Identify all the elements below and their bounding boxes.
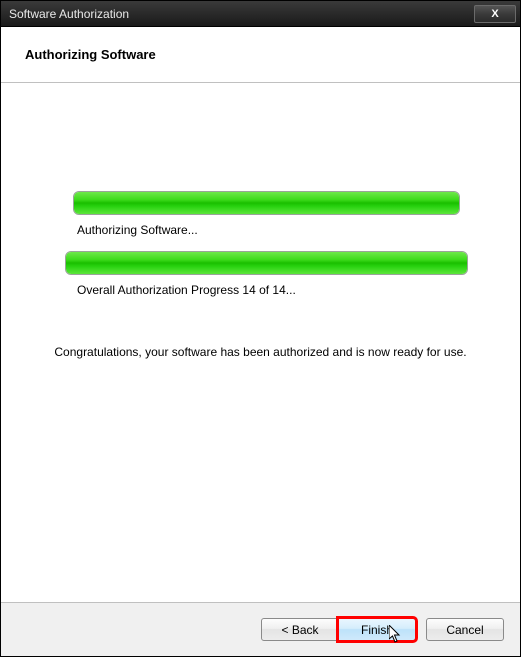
back-button[interactable]: < Back <box>261 618 339 641</box>
overall-progress-label: Overall Authorization Progress 14 of 14.… <box>73 283 460 297</box>
footer-button-bar: < Back Finish Cancel <box>1 602 520 656</box>
cancel-button[interactable]: Cancel <box>426 618 504 641</box>
header-strip: Authorizing Software <box>1 27 520 83</box>
wizard-button-group: < Back Finish <box>261 618 416 641</box>
finish-button-label: Finish <box>361 623 393 637</box>
close-button[interactable]: X <box>474 5 516 23</box>
window-title: Software Authorization <box>9 7 129 21</box>
step-progress-block: Authorizing Software... <box>73 191 460 237</box>
step-progress-label: Authorizing Software... <box>73 223 460 237</box>
step-progress-bar <box>73 191 460 215</box>
overall-progress-bar <box>65 251 468 275</box>
finish-button[interactable]: Finish <box>338 618 416 641</box>
overall-progress-fill <box>66 252 467 274</box>
success-message: Congratulations, your software has been … <box>1 345 520 359</box>
overall-progress-block: Overall Authorization Progress 14 of 14.… <box>73 251 460 297</box>
dialog-window: Software Authorization X Authorizing Sof… <box>0 0 521 657</box>
titlebar: Software Authorization X <box>1 1 520 27</box>
page-title: Authorizing Software <box>25 47 156 62</box>
close-icon: X <box>491 8 498 20</box>
content-area: Authorizing Software... Overall Authoriz… <box>1 83 520 602</box>
step-progress-fill <box>74 192 459 214</box>
